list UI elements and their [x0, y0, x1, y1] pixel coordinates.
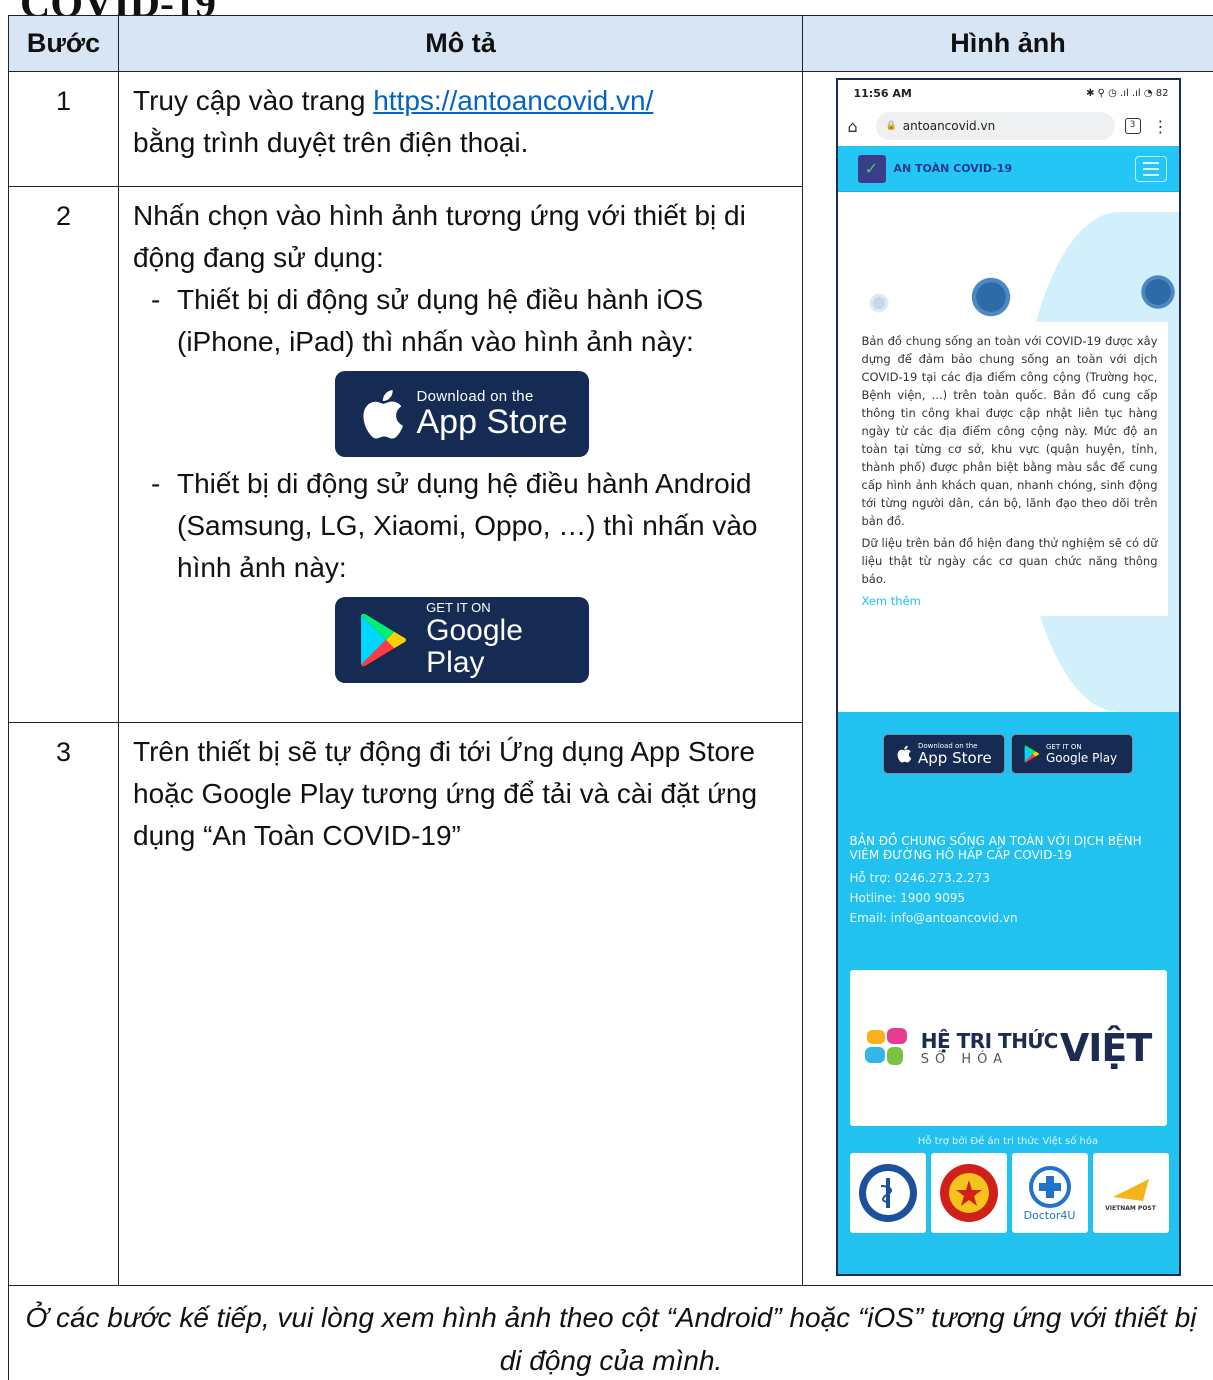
support-phone[interactable]: Hỗ trợ: 0246.273.2.273 — [850, 868, 1169, 888]
hero-section: Bản đồ chung sống an toàn với COVID-19 đ… — [837, 192, 1179, 712]
table-row: 1 Truy cập vào trang https://antoancovid… — [8, 71, 1213, 1286]
phone-status-bar: 11:56 AM ✱ ⚲ ◷ .ıl .ıl ◔ 82 — [837, 80, 1179, 106]
ministry-of-education-logo[interactable] — [930, 1153, 1007, 1233]
website-link[interactable]: https://antoancovid.vn/ — [373, 85, 653, 116]
ios-instruction: Thiết bị di động sử dụng hệ điều hành iO… — [177, 284, 704, 357]
home-icon[interactable]: ⌂ — [848, 117, 870, 136]
info-paragraph: Bản đồ chung sống an toàn với COVID-19 đ… — [861, 334, 1158, 528]
doctor4u-label: Doctor4U — [1023, 1208, 1076, 1222]
ministry-of-health-logo[interactable] — [849, 1153, 926, 1233]
app-store-button[interactable]: Download on the App Store — [334, 371, 589, 457]
vietnam-post-logo[interactable]: VIETNAM POST — [1092, 1153, 1169, 1233]
info-paragraph: Dữ liệu trên bản đồ hiện đang thử nghiệm… — [861, 536, 1158, 586]
header-image: Hình ảnh — [802, 15, 1213, 72]
google-play-button[interactable]: GET IT ON Google Play — [334, 597, 589, 683]
table-header-row: Bước Mô tả Hình ảnh — [8, 15, 1213, 72]
mini-app-store-big: App Store — [918, 749, 992, 767]
header-description: Mô tả — [118, 15, 803, 72]
url-field[interactable]: 🔒 antoancovid.vn — [875, 112, 1115, 140]
step-text: bằng trình duyệt trên điện thoại. — [133, 127, 529, 158]
mini-google-play-small: GET IT ON — [1046, 743, 1082, 751]
site-logo-icon[interactable]: ✓ — [857, 154, 886, 183]
step-number: 1 — [8, 71, 119, 187]
read-more-link[interactable]: Xem thêm — [862, 592, 1158, 610]
android-bullet: - Thiết bị di động sử dụng hệ điều hành … — [133, 463, 790, 589]
step-number: 2 — [8, 186, 119, 723]
ios-bullet: - Thiết bị di động sử dụng hệ điều hành … — [133, 279, 790, 363]
steps-table: Bước Mô tả Hình ảnh 1 Truy cập vào trang… — [8, 15, 1213, 1380]
site-title[interactable]: AN TOÀN COVID-19 — [894, 162, 1135, 175]
virus-icon — [967, 274, 1014, 320]
virus-icon — [1137, 272, 1178, 312]
lock-icon: 🔒 — [885, 121, 897, 131]
vietnam-post-label: VIETNAM POST — [1105, 1204, 1156, 1212]
support-by-text: Hỗ trợ bởi Đề án tri thức Việt số hóa — [917, 1136, 1099, 1147]
note-row: Ở các bước kế tiếp, vui lòng xem hình ản… — [8, 1285, 1213, 1380]
mini-app-store-button[interactable]: Download on the App Store — [883, 734, 1005, 774]
footer-title: Bản đồ chung sống an toàn với dịch bệnh … — [849, 834, 1142, 862]
google-play-icon — [360, 613, 406, 667]
mini-store-badges: Download on the App Store GET IT ON Goog… — [838, 734, 1179, 774]
htt-logo-icon — [864, 1028, 907, 1065]
bullet-dash: - — [151, 468, 161, 499]
app-store-big-label: App Store — [416, 402, 568, 441]
phone-screenshot: 11:56 AM ✱ ⚲ ◷ .ıl .ıl ◔ 82 ⌂ 🔒 antoanco… — [835, 78, 1181, 1276]
mini-google-play-big: Google Play — [1046, 751, 1118, 765]
step-text: Trên thiết bị sẽ tự động đi tới Ứng dụng… — [133, 736, 758, 851]
hotline[interactable]: Hotline: 1900 9095 — [850, 888, 1169, 908]
tab-count-icon[interactable]: 3 — [1124, 118, 1141, 134]
url-text: antoancovid.vn — [902, 119, 996, 133]
google-play-small-label: GET IT ON — [426, 600, 491, 615]
htt-line1: HỆ TRI THỨC — [920, 1028, 1059, 1053]
header-step: Bước — [8, 15, 119, 72]
htt-line2: SỐ HÓA — [920, 1051, 1009, 1067]
step-description: Truy cập vào trang https://antoancovid.v… — [118, 71, 803, 187]
info-box: Bản đồ chung sống an toàn với COVID-19 đ… — [851, 322, 1168, 616]
google-play-big-label: Google Play — [426, 614, 523, 679]
apple-icon — [362, 390, 403, 439]
bullet-dash: - — [151, 284, 161, 315]
step-description: Nhấn chọn vào hình ảnh tương ứng với thi… — [118, 186, 803, 723]
htt-viet: VIỆT — [1059, 1026, 1152, 1070]
doctor4u-logo[interactable]: Doctor4U — [1011, 1153, 1088, 1233]
support-email[interactable]: Email: info@antoancovid.vn — [850, 908, 1169, 928]
hamburger-menu-icon[interactable] — [1134, 155, 1167, 182]
step-text: Truy cập vào trang — [133, 85, 374, 116]
step-number: 3 — [8, 722, 119, 1286]
virus-icon — [867, 292, 890, 314]
partner-logos: Doctor4U VIETNAM POST — [838, 1147, 1179, 1233]
play-icon — [1024, 745, 1040, 763]
more-menu-icon[interactable]: ⋮ — [1153, 117, 1169, 136]
site-header: ✓ AN TOÀN COVID-19 — [837, 146, 1179, 192]
step-text: Nhấn chọn vào hình ảnh tương ứng với thi… — [133, 200, 746, 273]
browser-url-bar: ⌂ 🔒 antoancovid.vn 3 ⋮ — [837, 106, 1179, 146]
phone-screenshot-cell: 11:56 AM ✱ ⚲ ◷ .ıl .ıl ◔ 82 ⌂ 🔒 antoanco… — [802, 71, 1213, 1286]
android-instruction: Thiết bị di động sử dụng hệ điều hành An… — [177, 468, 758, 583]
status-icons: ✱ ⚲ ◷ .ıl .ıl ◔ 82 — [1086, 87, 1169, 99]
app-store-small-label: Download on the — [416, 387, 534, 405]
phone-time: 11:56 AM — [853, 86, 912, 100]
he-tri-thuc-banner[interactable]: HỆ TRI THỨC SỐ HÓA VIỆT — [849, 970, 1167, 1126]
apple-icon — [897, 745, 912, 763]
site-footer: Bản đồ chung sống an toàn với dịch bệnh … — [838, 774, 1179, 928]
mini-google-play-button[interactable]: GET IT ON Google Play — [1011, 734, 1133, 774]
note-text: Ở các bước kế tiếp, vui lòng xem hình ản… — [8, 1285, 1213, 1380]
step-description: Trên thiết bị sẽ tự động đi tới Ứng dụng… — [118, 722, 803, 1286]
